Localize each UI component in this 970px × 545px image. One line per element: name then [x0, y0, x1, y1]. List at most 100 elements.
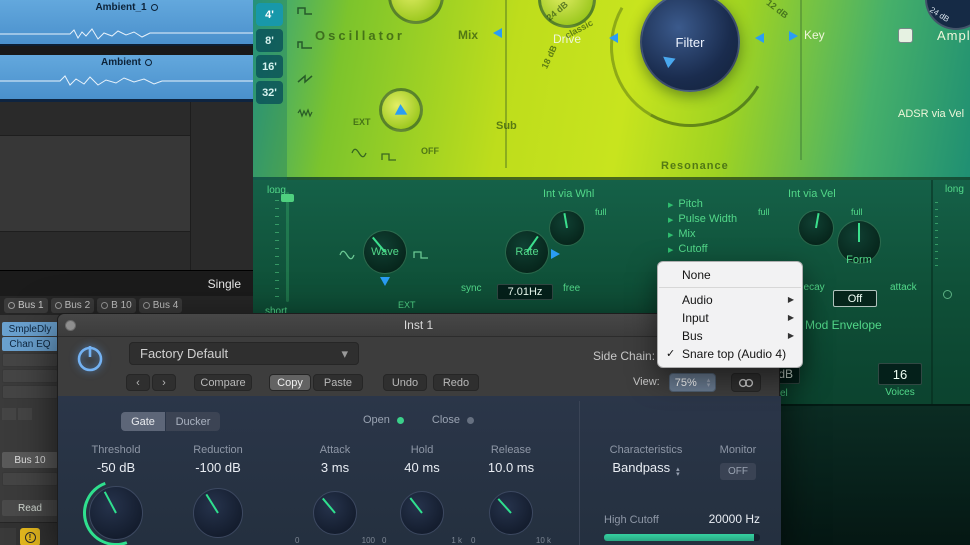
- voices-display[interactable]: 16: [878, 363, 922, 385]
- audio-region-ambient1[interactable]: Ambient_1: [0, 0, 253, 46]
- osc-shape-knob[interactable]: [388, 0, 444, 24]
- high-cutoff-value[interactable]: 20000 Hz: [709, 512, 760, 526]
- right-long-label: long: [945, 184, 964, 195]
- send-slot[interactable]: [18, 408, 32, 420]
- mod-target-pulse-width[interactable]: ▶ Pulse Width: [668, 209, 737, 225]
- view-zoom-stepper[interactable]: 75% ▴ ▾: [669, 373, 716, 392]
- hold-knob[interactable]: [400, 491, 444, 535]
- checkmark-icon: ✓: [666, 348, 676, 360]
- env-slider-handle[interactable]: [281, 194, 294, 202]
- attack-knob[interactable]: [313, 491, 357, 535]
- hold-value[interactable]: 40 ms: [372, 460, 472, 475]
- key-slider-handle-icon[interactable]: [789, 31, 798, 41]
- bus-2-button[interactable]: Bus 2: [50, 298, 95, 313]
- filter-mark-18db[interactable]: 18 dB: [540, 44, 559, 70]
- attack-value[interactable]: 3 ms: [285, 460, 385, 475]
- send-slot[interactable]: [2, 408, 16, 420]
- bus-1-button[interactable]: Bus 1: [4, 298, 48, 313]
- next-preset-button[interactable]: ›: [152, 374, 176, 391]
- mod-target-pitch[interactable]: ▶ Pitch: [668, 194, 737, 210]
- prev-preset-button[interactable]: ‹: [126, 374, 150, 391]
- copy-button[interactable]: Copy: [269, 374, 311, 391]
- undo-button[interactable]: Undo: [383, 374, 427, 391]
- threshold-knob[interactable]: [89, 486, 143, 540]
- rate-value-display[interactable]: 7.01Hz: [497, 284, 553, 300]
- q-icon[interactable]: [898, 28, 913, 43]
- insert-slot-smpledly[interactable]: SmpleDly: [2, 322, 58, 336]
- empty-lane-area: [0, 102, 253, 270]
- int-via-whl-knob[interactable]: [549, 210, 585, 246]
- release-value[interactable]: 10.0 ms: [461, 460, 561, 475]
- threshold-value[interactable]: -50 dB: [66, 460, 166, 475]
- link-button[interactable]: [731, 373, 761, 392]
- compare-button[interactable]: Compare: [194, 374, 252, 391]
- menu-item-snare-top[interactable]: ✓ Snare top (Audio 4): [658, 345, 802, 363]
- gate-tab[interactable]: Gate: [121, 412, 165, 431]
- attack-column: Attack 3 ms: [285, 444, 385, 475]
- reduction-label: Reduction: [193, 444, 243, 456]
- reduction-value[interactable]: -100 dB: [168, 460, 268, 475]
- mod-target-list: ▶ Pitch ▶ Pulse Width ▶ Mix ▶ Cutoff: [668, 194, 737, 255]
- filter-right-handle-icon[interactable]: [755, 33, 764, 43]
- insert-slot-empty[interactable]: [2, 385, 58, 399]
- resonance-label: Resonance: [661, 160, 729, 172]
- env-slider-track[interactable]: [286, 192, 289, 302]
- power-ring-icon: [142, 302, 150, 309]
- lane-block: [0, 135, 190, 232]
- noise-wave-icon[interactable]: [297, 108, 313, 118]
- synth-oscillator-filter-section: 4' 8' 16' 32' Oscillator Mix Sub Drive E…: [253, 0, 970, 180]
- level-partial-label: el: [780, 388, 788, 399]
- paste-button[interactable]: Paste: [313, 374, 363, 391]
- ducker-tab[interactable]: Ducker: [166, 412, 220, 431]
- mix-slider-handle-icon[interactable]: [493, 28, 502, 38]
- release-knob[interactable]: [489, 491, 533, 535]
- warning-button[interactable]: !: [20, 528, 40, 545]
- bus-4-button[interactable]: Bus 4: [138, 298, 183, 313]
- key-slider-track[interactable]: [800, 0, 802, 160]
- octave-32-button[interactable]: 32': [256, 81, 283, 104]
- audio-region-ambient[interactable]: Ambient: [0, 55, 253, 102]
- single-view-button[interactable]: Single: [0, 270, 253, 296]
- menu-item-bus[interactable]: Bus ▶: [658, 327, 802, 345]
- track-gap: [0, 46, 253, 55]
- octave-8-button[interactable]: 8': [256, 29, 283, 52]
- output-bus10-button[interactable]: Bus 10: [2, 452, 58, 468]
- int-via-vel-knob[interactable]: [798, 210, 834, 246]
- monitor-off-button[interactable]: OFF: [720, 463, 756, 480]
- redo-button[interactable]: Redo: [433, 374, 479, 391]
- menu-separator: [659, 287, 801, 288]
- sub-label: Sub: [496, 120, 517, 132]
- ext-knob[interactable]: [379, 88, 423, 132]
- menu-item-audio[interactable]: Audio ▶: [658, 291, 802, 309]
- saw-wave-icon[interactable]: [297, 74, 313, 84]
- power-icon[interactable]: [74, 342, 106, 374]
- mod-target-mix[interactable]: ▶ Mix: [668, 224, 737, 240]
- automation-read-button[interactable]: Read: [2, 500, 58, 516]
- high-cutoff-row: High Cutoff 20000 Hz: [604, 512, 760, 526]
- reduction-knob[interactable]: [193, 488, 243, 538]
- wave-pointer-icon: [380, 277, 390, 286]
- menu-item-none[interactable]: None: [658, 266, 802, 284]
- int-via-vel-label: Int via Vel: [788, 188, 836, 200]
- close-button[interactable]: [65, 320, 76, 331]
- mix-slider-track[interactable]: [505, 0, 507, 168]
- preset-dropdown[interactable]: Factory Default ▾: [129, 342, 359, 365]
- mod-target-cutoff[interactable]: ▶ Cutoff: [668, 239, 737, 255]
- key-label: Key: [804, 28, 825, 42]
- filter-left-handle-icon[interactable]: [609, 33, 618, 43]
- insert-slot-chaneq[interactable]: Chan EQ: [2, 337, 58, 351]
- footer-square[interactable]: [0, 528, 16, 545]
- b-10-button[interactable]: B 10: [97, 298, 136, 313]
- menu-item-input[interactable]: Input ▶: [658, 309, 802, 327]
- filter-mark-12db[interactable]: 12 dB: [765, 0, 790, 20]
- characteristics-selector[interactable]: Bandpass ▴ ▾: [591, 460, 701, 478]
- group-slot[interactable]: [2, 472, 58, 486]
- pulse-wave-icon[interactable]: [297, 40, 313, 50]
- mod-off-button[interactable]: Off: [833, 290, 877, 307]
- octave-4-button[interactable]: 4': [256, 3, 283, 26]
- square-wave-icon[interactable]: [297, 6, 313, 16]
- octave-16-button[interactable]: 16': [256, 55, 283, 78]
- insert-slot-empty[interactable]: [2, 369, 58, 383]
- insert-slot-empty[interactable]: [2, 353, 58, 367]
- high-cutoff-slider[interactable]: [604, 534, 760, 541]
